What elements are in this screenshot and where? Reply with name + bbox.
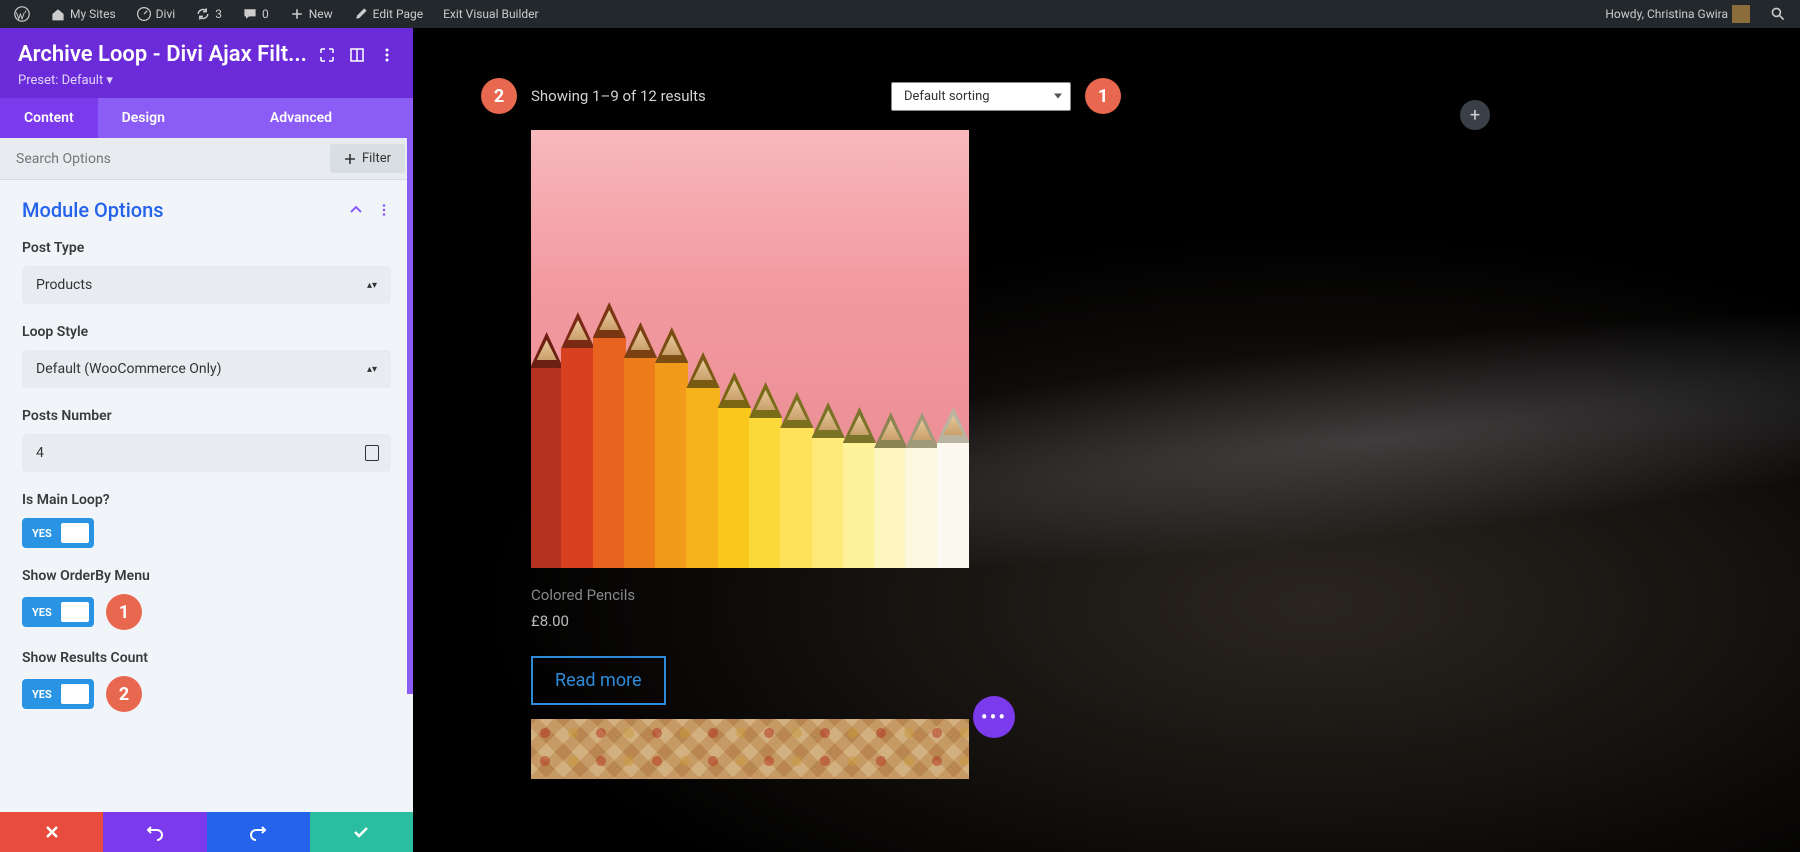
undo-icon: [146, 823, 164, 841]
search-icon: [1770, 6, 1786, 22]
tab-advanced[interactable]: Advanced: [246, 98, 356, 138]
product-card[interactable]: Colored Pencils £8.00 Read more: [531, 130, 969, 705]
annotation-badge-2-canvas: 2: [481, 78, 517, 114]
annotation-badge-1: 1: [106, 594, 142, 630]
read-more-button[interactable]: Read more: [531, 656, 666, 705]
redo-button[interactable]: [207, 812, 310, 852]
my-sites-link[interactable]: My Sites: [42, 0, 124, 28]
check-icon: [352, 823, 370, 841]
updates-link[interactable]: 3: [187, 0, 230, 28]
layout-icon[interactable]: [349, 47, 365, 63]
loop-style-label: Loop Style: [22, 324, 391, 340]
settings-tabs: Content Design Advanced: [0, 98, 413, 138]
post-type-select[interactable]: Products▴▾: [22, 266, 391, 304]
results-count-toggle[interactable]: YES: [22, 679, 94, 709]
avatar: [1732, 5, 1750, 23]
responsive-icon[interactable]: [365, 445, 379, 461]
product-image: [531, 130, 969, 568]
add-section-button[interactable]: +: [1460, 100, 1490, 130]
main-loop-label: Is Main Loop?: [22, 492, 391, 508]
results-count-text: Showing 1–9 of 12 results: [531, 87, 706, 105]
preset-selector[interactable]: Preset: Default ▾: [18, 73, 395, 88]
tab-content[interactable]: Content: [0, 98, 98, 138]
product-price: £8.00: [531, 612, 969, 630]
main-loop-toggle[interactable]: YES: [22, 518, 94, 548]
edit-page-link[interactable]: Edit Page: [345, 0, 431, 28]
cancel-button[interactable]: [0, 812, 103, 852]
post-type-label: Post Type: [22, 240, 391, 256]
refresh-icon: [195, 6, 211, 22]
product-card-2[interactable]: [531, 719, 969, 779]
sidebar-actions: [0, 812, 413, 852]
new-link[interactable]: New: [281, 0, 341, 28]
howdy-user[interactable]: Howdy, Christina Gwira: [1597, 0, 1758, 28]
comments-link[interactable]: 0: [234, 0, 277, 28]
close-icon: [44, 824, 60, 840]
shop-module: 2 Showing 1–9 of 12 results Default sort…: [481, 78, 1121, 779]
wp-admin-bar: My Sites Divi 3 0 New Edit Page Exit Vis…: [0, 0, 1800, 28]
kebab-icon[interactable]: [377, 203, 391, 217]
sort-select[interactable]: Default sorting: [891, 82, 1071, 111]
plus-icon: [344, 153, 356, 165]
wordpress-icon: [14, 6, 30, 22]
pencil-icon: [353, 6, 369, 22]
results-count-label: Show Results Count: [22, 650, 391, 666]
posts-number-input[interactable]: [22, 434, 391, 472]
tab-design[interactable]: Design: [98, 98, 189, 138]
options-search-bar: Filter: [0, 138, 413, 180]
kebab-icon[interactable]: [379, 47, 395, 63]
sidebar-body[interactable]: Module Options Post Type Products▴▾ Loop…: [0, 180, 413, 812]
search-toggle[interactable]: [1762, 0, 1794, 28]
orderby-label: Show OrderBy Menu: [22, 568, 391, 584]
product-title[interactable]: Colored Pencils: [531, 586, 969, 604]
redo-icon: [249, 823, 267, 841]
save-button[interactable]: [310, 812, 413, 852]
undo-button[interactable]: [103, 812, 206, 852]
posts-number-label: Posts Number: [22, 408, 391, 424]
loop-style-select[interactable]: Default (WooCommerce Only)▴▾: [22, 350, 391, 388]
sidebar-header: Archive Loop - Divi Ajax Filt... Preset:…: [0, 28, 413, 98]
module-menu-button[interactable]: •••: [973, 696, 1015, 738]
chevron-up-icon[interactable]: [349, 203, 363, 217]
plus-icon: [289, 6, 305, 22]
wp-logo[interactable]: [6, 0, 38, 28]
comment-icon: [242, 6, 258, 22]
module-title: Archive Loop - Divi Ajax Filt...: [18, 42, 309, 67]
orderby-toggle[interactable]: YES: [22, 597, 94, 627]
exit-builder-link[interactable]: Exit Visual Builder: [435, 0, 547, 28]
divi-settings-sidebar: Archive Loop - Divi Ajax Filt... Preset:…: [0, 28, 413, 852]
annotation-badge-1-canvas: 1: [1085, 78, 1121, 114]
site-link[interactable]: Divi: [128, 0, 184, 28]
section-title: Module Options: [22, 198, 164, 222]
filter-button[interactable]: Filter: [330, 144, 405, 173]
expand-icon[interactable]: [319, 47, 335, 63]
options-search-input[interactable]: [0, 139, 322, 179]
annotation-badge-2: 2: [106, 676, 142, 712]
visual-builder-canvas[interactable]: 2 Showing 1–9 of 12 results Default sort…: [413, 28, 1800, 852]
gauge-icon: [136, 6, 152, 22]
house-icon: [50, 6, 66, 22]
